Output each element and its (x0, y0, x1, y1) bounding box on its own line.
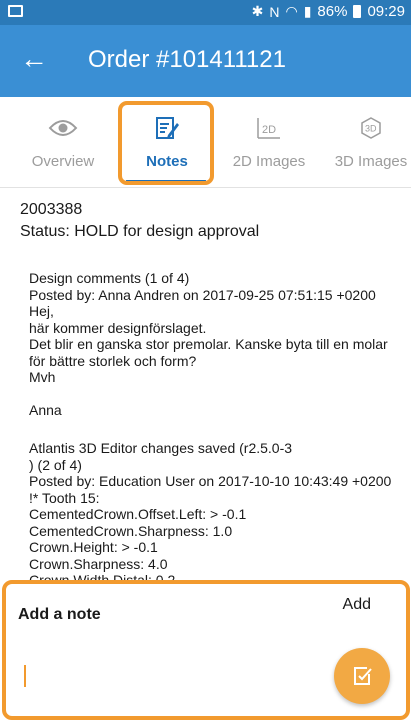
status-icons: ✱ N ◠ ▮ 86% 09:29 (252, 3, 405, 20)
notes-icon (156, 117, 179, 139)
note-input[interactable] (22, 659, 336, 691)
tab-notes[interactable]: Notes (116, 97, 218, 187)
gallery-icon (8, 5, 23, 17)
submit-note-button[interactable] (334, 648, 390, 704)
tab-overview[interactable]: Overview (12, 97, 114, 187)
tab-label-2d-images: 2D Images (232, 153, 306, 170)
add-button[interactable]: Add (343, 596, 371, 614)
page-title: Order #101411121 (88, 46, 286, 73)
text-cursor (24, 665, 26, 687)
active-tab-indicator (126, 180, 206, 184)
signal-icon: ▮ (303, 3, 312, 19)
edit-check-icon (354, 667, 372, 685)
3d-icon-text: 3D (365, 124, 377, 134)
add-note-panel: Add a note Add (0, 583, 411, 727)
tab-label-overview: Overview (31, 153, 95, 170)
order-status: Status: HOLD for design approval (20, 223, 260, 240)
bluetooth-icon: ✱ (251, 3, 264, 19)
order-number: 2003388 (20, 201, 83, 218)
wifi-icon: ◠ (285, 3, 298, 19)
app-bar: ← Order #101411121 (0, 25, 411, 97)
3d-icon: 3D (361, 117, 381, 139)
nfc-icon: N (269, 3, 280, 20)
add-note-title: Add a note (18, 606, 101, 623)
tab-3d-images[interactable]: 3D 3D Images (320, 97, 411, 187)
tab-label-notes: Notes (146, 153, 188, 170)
note-item: Design comments (1 of 4) Posted by: Anna… (29, 270, 388, 418)
tab-bar: Overview Notes 2D 2D Images 3D 3D Images (0, 97, 411, 188)
2d-icon: 2D (257, 118, 280, 139)
note-item: Atlantis 3D Editor changes saved (r2.5.0… (29, 440, 392, 583)
status-bar: ✱ N ◠ ▮ 86% 09:29 (0, 0, 411, 25)
clock: 09:29 (367, 3, 405, 20)
2d-icon-text: 2D (262, 124, 276, 136)
tab-2d-images[interactable]: 2D 2D Images (218, 97, 320, 187)
notes-content: 2003388 Status: HOLD for design approval… (0, 188, 411, 583)
tab-label-3d-images: 3D Images (334, 153, 408, 170)
battery-percent: 86% (317, 3, 348, 20)
back-arrow-icon[interactable]: ← (20, 43, 48, 75)
eye-icon (48, 120, 78, 136)
battery-icon (353, 5, 362, 18)
